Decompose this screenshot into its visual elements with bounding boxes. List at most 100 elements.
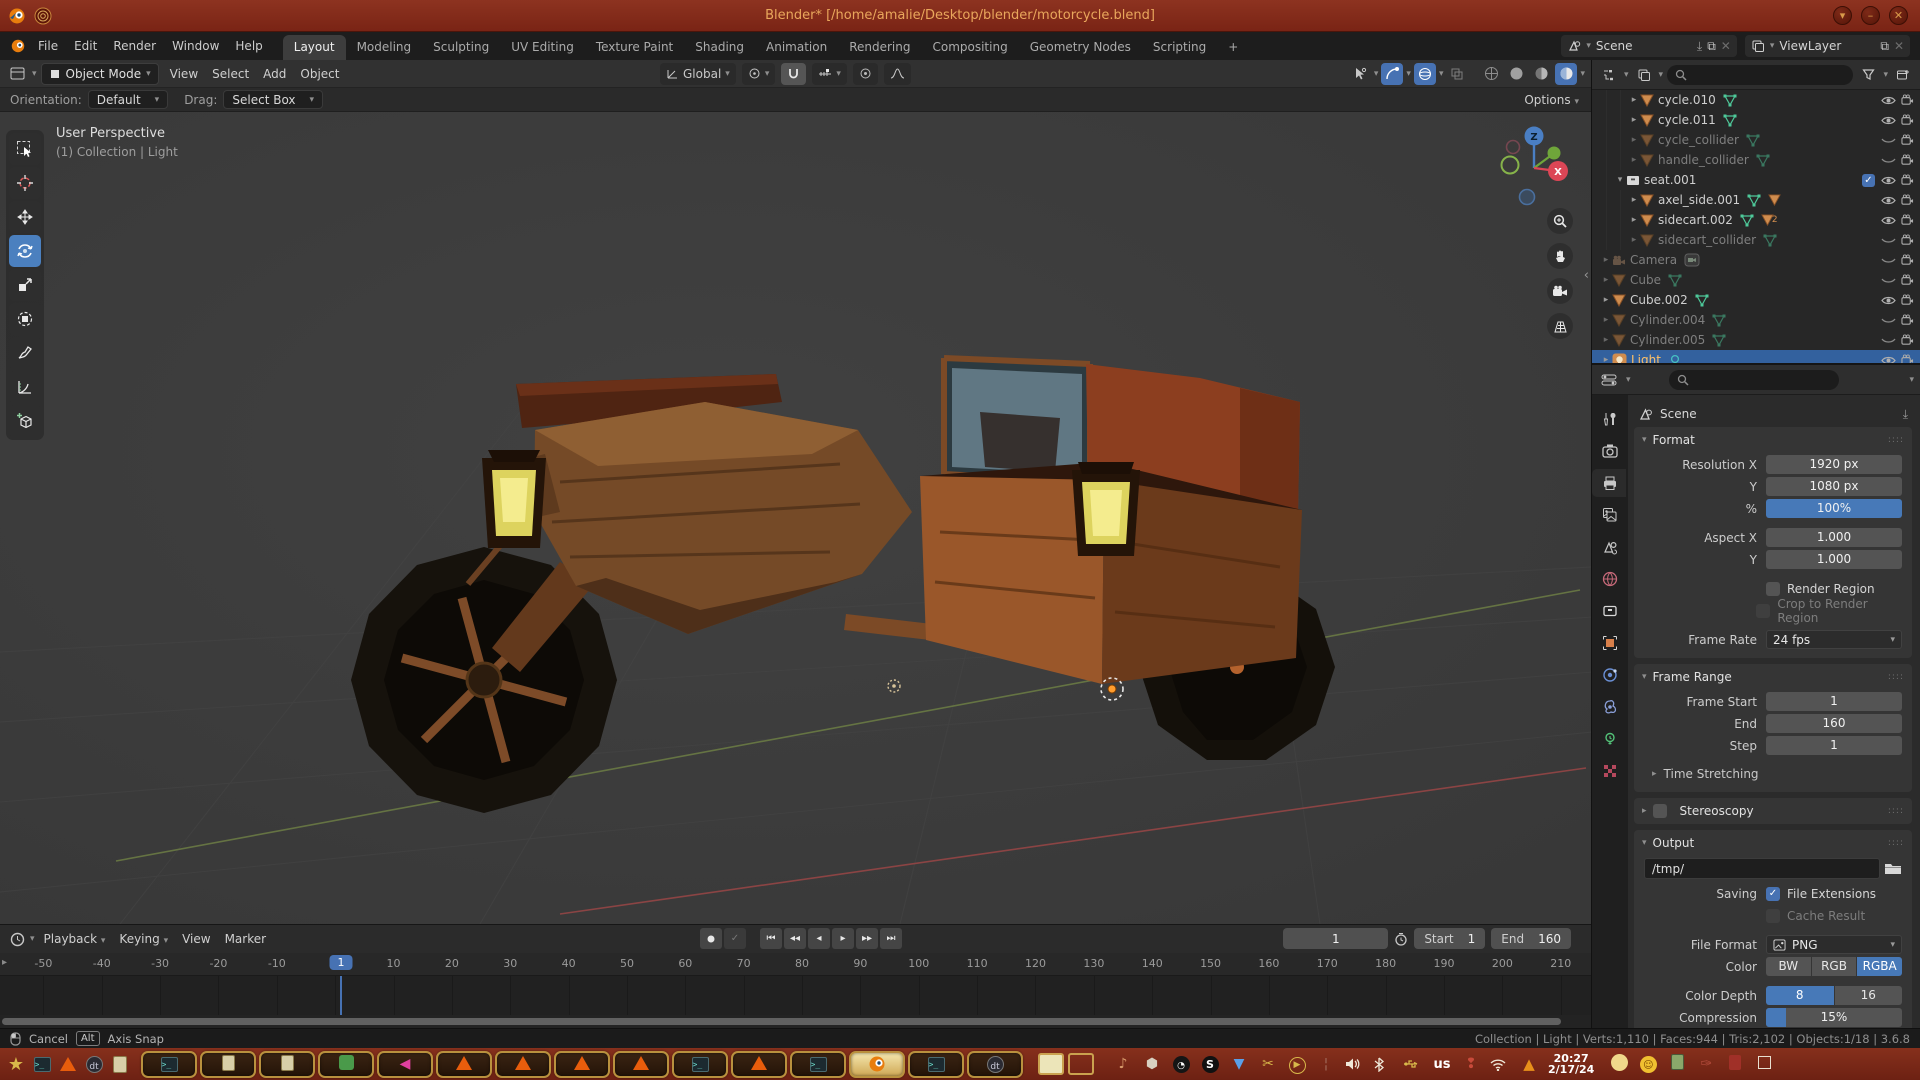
viewport-menu-view[interactable]: View <box>163 64 205 84</box>
expand-arrow[interactable]: ▸ <box>1628 235 1640 245</box>
outliner-row-seat.001[interactable]: ▾seat.001✓ <box>1592 170 1920 190</box>
window-close-button[interactable]: ✕ <box>1889 6 1908 25</box>
eye-closed-icon[interactable] <box>1881 155 1901 166</box>
eye-closed-icon[interactable] <box>1881 255 1901 266</box>
segment-option-16[interactable]: 16 <box>1835 986 1903 1005</box>
options-dropdown[interactable]: Options ▾ <box>1524 93 1579 107</box>
timeline-editor-icon[interactable] <box>6 928 28 950</box>
taskbar-clock[interactable]: 20:27 2/17/24 <box>1548 1053 1594 1076</box>
tool-annotate[interactable] <box>9 337 41 369</box>
scene-selector[interactable]: ▾ Scene ⤓ ⧉ ✕ <box>1561 35 1736 57</box>
perspective-toggle-icon[interactable] <box>1547 313 1573 339</box>
play-button[interactable]: ▸ <box>832 928 854 949</box>
tray-usb-icon[interactable] <box>1403 1057 1423 1071</box>
workspace-tab-animation[interactable]: Animation <box>755 35 838 60</box>
outliner-row-handle_collider[interactable]: ▸handle_collider <box>1592 150 1920 170</box>
expand-arrow[interactable]: ▸ <box>1600 355 1612 363</box>
panel-header[interactable]: ▾Output:::: <box>1634 830 1912 856</box>
workspace-tab-uv-editing[interactable]: UV Editing <box>500 35 585 60</box>
dropdown-field[interactable]: 24 fps▾ <box>1766 630 1902 649</box>
pan-hand-icon[interactable] <box>1547 243 1573 269</box>
task-button-magenta-app-4[interactable]: ◀ <box>377 1051 433 1078</box>
render-visibility-icon[interactable] <box>1901 214 1914 226</box>
task-button-terminal-13[interactable]: >_ <box>908 1051 964 1078</box>
properties-tab-scene[interactable] <box>1595 533 1625 561</box>
task-button-vlc-6[interactable] <box>495 1051 551 1078</box>
properties-tab-collection[interactable] <box>1595 597 1625 625</box>
viewport-menu-add[interactable]: Add <box>256 64 293 84</box>
panel-header[interactable]: ▸Stereoscopy:::: <box>1634 798 1912 824</box>
render-visibility-icon[interactable] <box>1901 234 1914 246</box>
workspace-tab-scripting[interactable]: Scripting <box>1142 35 1217 60</box>
tray-update-icon[interactable]: ▲ <box>1519 1055 1539 1073</box>
tool-scale[interactable] <box>9 269 41 301</box>
shading-material-icon[interactable] <box>1530 63 1552 85</box>
segment-option-bw[interactable]: BW <box>1766 957 1811 976</box>
viewport-menu-select[interactable]: Select <box>205 64 256 84</box>
jump-to-start-button[interactable]: ⏮ <box>760 928 782 949</box>
properties-tab-object[interactable] <box>1595 629 1625 657</box>
workspace-pager[interactable] <box>1038 1053 1094 1075</box>
properties-tab-texture[interactable] <box>1595 757 1625 785</box>
properties-tab-output[interactable] <box>1594 469 1626 497</box>
mode-selector[interactable]: Object Mode ▾ <box>41 63 159 85</box>
render-visibility-icon[interactable] <box>1901 174 1914 186</box>
task-button-vlc-7[interactable] <box>554 1051 610 1078</box>
value-field[interactable]: 1080 px <box>1766 477 1902 496</box>
workspace-tab-shading[interactable]: Shading <box>684 35 755 60</box>
titlebar[interactable]: Blender* [/home/amalie/Desktop/blender/m… <box>0 0 1920 32</box>
eye-open-icon[interactable] <box>1881 295 1901 306</box>
tray-bluetooth-icon[interactable] <box>1374 1057 1394 1072</box>
selectability-dropdown[interactable] <box>1349 63 1371 85</box>
task-button-vlc-8[interactable] <box>613 1051 669 1078</box>
render-visibility-icon[interactable] <box>1901 294 1914 306</box>
expand-arrow[interactable]: ▸ <box>1628 115 1640 125</box>
transform-orientation-dropdown[interactable]: Global ▾ <box>660 63 736 85</box>
tray-calculator-icon[interactable] <box>1667 1054 1687 1074</box>
tray-brush-icon[interactable]: ✑ <box>1696 1056 1716 1072</box>
render-visibility-icon[interactable] <box>1901 194 1914 206</box>
tray-wifi-icon[interactable] <box>1490 1058 1510 1071</box>
eye-open-icon[interactable] <box>1881 215 1901 226</box>
task-button-green-app-3[interactable] <box>318 1051 374 1078</box>
camera-view-icon[interactable] <box>1547 278 1573 304</box>
timeline-menu-marker[interactable]: Marker <box>218 929 273 949</box>
value-field[interactable]: 1 <box>1766 736 1902 755</box>
tray-pepper-icon[interactable]: ❢ <box>1461 1056 1481 1072</box>
xray-toggle[interactable] <box>1446 63 1468 85</box>
properties-tab-physics[interactable] <box>1595 693 1625 721</box>
slider-compression[interactable]: 15% <box>1766 1008 1902 1027</box>
properties-tab-data[interactable] <box>1595 725 1625 753</box>
value-field[interactable]: 100% <box>1766 499 1902 518</box>
outliner-row-Cylinder.004[interactable]: ▸Cylinder.004 <box>1592 310 1920 330</box>
viewlayer-selector[interactable]: ▾ ViewLayer ⧉ ✕ <box>1745 35 1910 57</box>
eye-open-icon[interactable] <box>1881 195 1901 206</box>
timeline-scrollbar[interactable] <box>0 1015 1591 1028</box>
eye-open-icon[interactable] <box>1881 115 1901 126</box>
render-visibility-icon[interactable] <box>1901 114 1914 126</box>
task-button-terminal-11[interactable]: >_ <box>790 1051 846 1078</box>
eye-closed-icon[interactable] <box>1881 135 1901 146</box>
pager-workspace-2[interactable] <box>1068 1053 1094 1075</box>
dropdown-field[interactable]: PNG▾ <box>1766 935 1902 954</box>
tool-move[interactable] <box>9 201 41 233</box>
drag-dropdown[interactable]: Select Box▾ <box>223 90 323 109</box>
menu-help[interactable]: Help <box>227 36 270 56</box>
window-minimize-button[interactable]: – <box>1861 6 1880 25</box>
viewport-3d[interactable]: User Perspective (1) Collection | Light … <box>0 112 1591 924</box>
properties-editor-icon[interactable] <box>1598 369 1620 391</box>
tool-transform[interactable] <box>9 303 41 335</box>
task-button-blender-12[interactable] <box>849 1051 905 1078</box>
render-visibility-icon[interactable] <box>1901 254 1914 266</box>
tray-obs-icon[interactable]: ◔ <box>1171 1056 1191 1073</box>
task-button-vlc-5[interactable] <box>436 1051 492 1078</box>
auto-keying-button[interactable] <box>700 928 722 949</box>
task-button-file-1[interactable] <box>200 1051 256 1078</box>
pin-id-icon[interactable]: ⤓ <box>1903 407 1912 422</box>
eye-open-icon[interactable] <box>1881 175 1901 186</box>
collection-checkbox[interactable]: ✓ <box>1862 174 1875 187</box>
outliner-filter-icon[interactable] <box>1857 64 1879 86</box>
render-visibility-icon[interactable] <box>1901 334 1914 346</box>
tray-mute-icon[interactable]: ¦ <box>1316 1056 1336 1072</box>
tool-rotate[interactable] <box>9 235 41 267</box>
